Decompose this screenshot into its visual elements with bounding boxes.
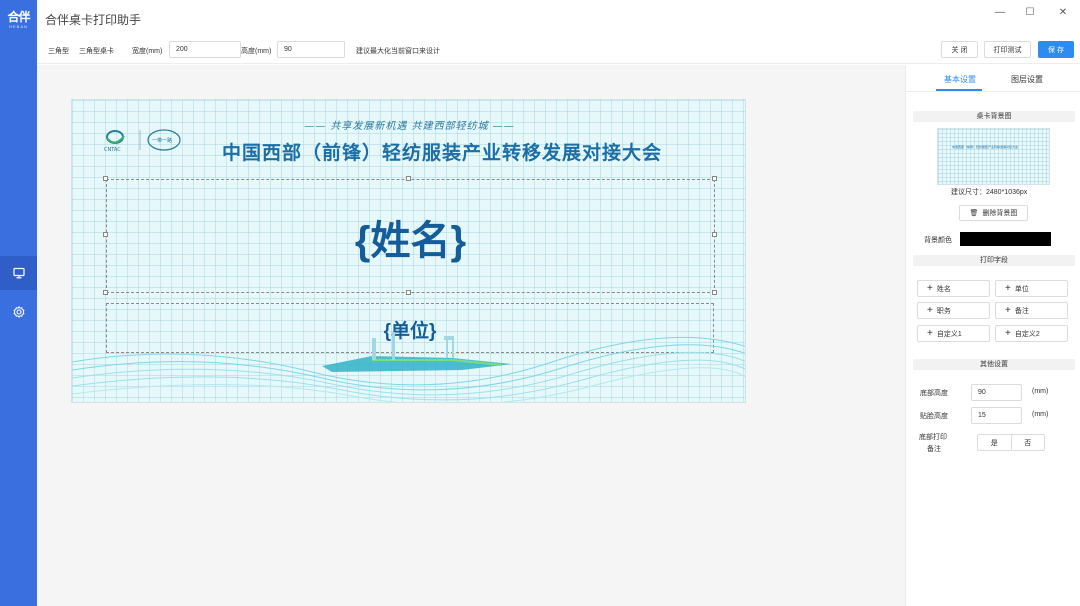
bottom-print-label-note: 备注 <box>927 446 941 453</box>
bg-section-header: 桌卡背景图 <box>913 111 1075 122</box>
resize-handle[interactable] <box>103 176 108 181</box>
close-button[interactable]: 关 闭 <box>941 41 978 58</box>
trash-icon: 🗑 <box>969 210 979 217</box>
add-field-custom2-button[interactable]: + 自定义2 <box>995 325 1068 342</box>
gear-icon <box>12 306 25 318</box>
app-title: 合伴桌卡打印助手 <box>45 13 142 27</box>
toggle-no[interactable]: 否 <box>1010 435 1045 450</box>
close-window-button[interactable]: ✕ <box>1052 4 1074 20</box>
bottom-print-label: 底部打印 <box>919 434 947 441</box>
height-label: 高度(mm) <box>241 48 272 55</box>
fold-height-unit: (mm) <box>1032 411 1049 418</box>
width-input[interactable]: 200 <box>169 41 241 58</box>
resize-handle[interactable] <box>103 232 108 237</box>
bottom-height-label: 底部高度 <box>920 390 948 397</box>
background-thumbnail[interactable]: 中国西部（前锋）轻纺服装产业转移发展对接大会 <box>937 128 1050 185</box>
sidebar-item-design[interactable] <box>0 256 37 290</box>
thumbnail-title: 中国西部（前锋）轻纺服装产业转移发展对接大会 <box>952 145 1019 149</box>
properties-panel: 基本设置 图层设置 桌卡背景图 中国西部（前锋）轻纺服装产业转移发展对接大会 建… <box>905 65 1080 606</box>
resize-handle[interactable] <box>712 176 717 181</box>
resize-handle[interactable] <box>406 176 411 181</box>
fold-height-input[interactable]: 15 <box>971 407 1022 424</box>
plus-icon: + <box>927 327 933 339</box>
title-bar: 合伴桌卡打印助手 — ☐ ✕ <box>37 0 1080 36</box>
add-field-note-button[interactable]: + 备注 <box>995 302 1068 319</box>
bg-color-picker[interactable] <box>960 232 1051 246</box>
add-field-title-button[interactable]: + 职务 <box>917 302 990 319</box>
maximize-hint: 建议最大化当前窗口来设计 <box>356 48 440 55</box>
toggle-yes[interactable]: 是 <box>978 435 1011 450</box>
add-field-unit-button[interactable]: + 单位 <box>995 280 1068 297</box>
plus-icon: + <box>927 304 933 316</box>
name-field-box[interactable]: {姓名} <box>106 179 715 293</box>
width-label: 宽度(mm) <box>132 48 163 55</box>
plus-icon: + <box>927 282 933 294</box>
field-label: 单位 <box>1014 285 1029 293</box>
minimize-button[interactable]: — <box>989 4 1011 20</box>
resize-handle[interactable] <box>712 232 717 237</box>
delete-background-label: 删除背景图 <box>982 210 1018 217</box>
maximize-button[interactable]: ☐ <box>1019 4 1041 20</box>
resize-handle[interactable] <box>712 290 717 295</box>
toolbar: 三角型 三角型桌卡 宽度(mm) 200 高度(mm) 90 建议最大化当前窗口… <box>37 36 1080 64</box>
card-slogan: —— 共享发展新机遇 共建西部轻纺城 —— <box>304 121 515 132</box>
bottom-height-input[interactable]: 90 <box>971 384 1022 401</box>
bg-color-label: 背景颜色 <box>924 237 952 244</box>
resize-handle[interactable] <box>103 290 108 295</box>
card-type-label: 三角型 <box>48 48 69 55</box>
card-type-value[interactable]: 三角型桌卡 <box>79 46 114 56</box>
tab-divider <box>906 91 1080 92</box>
tab-basic-settings[interactable]: 基本设置 <box>944 74 976 85</box>
sidebar: 合伴 HEBAN <box>0 0 37 606</box>
sidebar-item-settings[interactable] <box>0 295 37 329</box>
fold-height-label: 贴脸高度 <box>920 413 948 420</box>
card-title: 中国西部（前锋）轻纺服装产业转移发展对接大会 <box>222 142 663 164</box>
bottom-height-unit: (mm) <box>1032 388 1049 395</box>
monitor-icon <box>12 267 25 279</box>
field-label: 姓名 <box>936 285 951 293</box>
bg-size-hint: 建议尺寸：2480*1036px <box>951 189 1028 196</box>
logo-text: CNTAC <box>104 147 121 153</box>
height-input[interactable]: 90 <box>277 41 345 58</box>
plus-icon: + <box>1005 327 1011 339</box>
name-field-text: {姓名} <box>354 219 467 263</box>
field-label: 职务 <box>936 307 951 315</box>
add-field-name-button[interactable]: + 姓名 <box>917 280 990 297</box>
app-logo: 合伴 <box>7 10 30 24</box>
field-label: 自定义2 <box>1014 330 1040 338</box>
logo2-text: 一带一路 <box>152 137 172 144</box>
print-fields-header: 打印字段 <box>913 255 1075 266</box>
plus-icon: + <box>1005 304 1011 316</box>
resize-handle[interactable] <box>406 290 411 295</box>
design-canvas: CNTAC 一带一路 —— 共享发展新机遇 共建西部轻纺城 —— 中国西部（前锋… <box>37 65 905 606</box>
wave-decoration-icon <box>72 332 745 402</box>
delete-background-button[interactable]: 🗑 删除背景图 <box>959 205 1028 221</box>
field-label: 自定义1 <box>936 330 962 338</box>
app-logo-sub: HEBAN <box>9 24 28 29</box>
test-print-button[interactable]: 打印测试 <box>984 41 1031 58</box>
add-field-custom1-button[interactable]: + 自定义1 <box>917 325 990 342</box>
plus-icon: + <box>1005 282 1011 294</box>
save-button[interactable]: 保 存 <box>1038 41 1074 58</box>
other-settings-header: 其他设置 <box>913 359 1075 370</box>
tab-layer-settings[interactable]: 图层设置 <box>1011 74 1043 85</box>
desk-card: CNTAC 一带一路 —— 共享发展新机遇 共建西部轻纺城 —— 中国西部（前锋… <box>71 99 746 403</box>
bottom-print-toggle[interactable]: 是 否 <box>977 434 1045 451</box>
field-label: 备注 <box>1014 307 1029 315</box>
